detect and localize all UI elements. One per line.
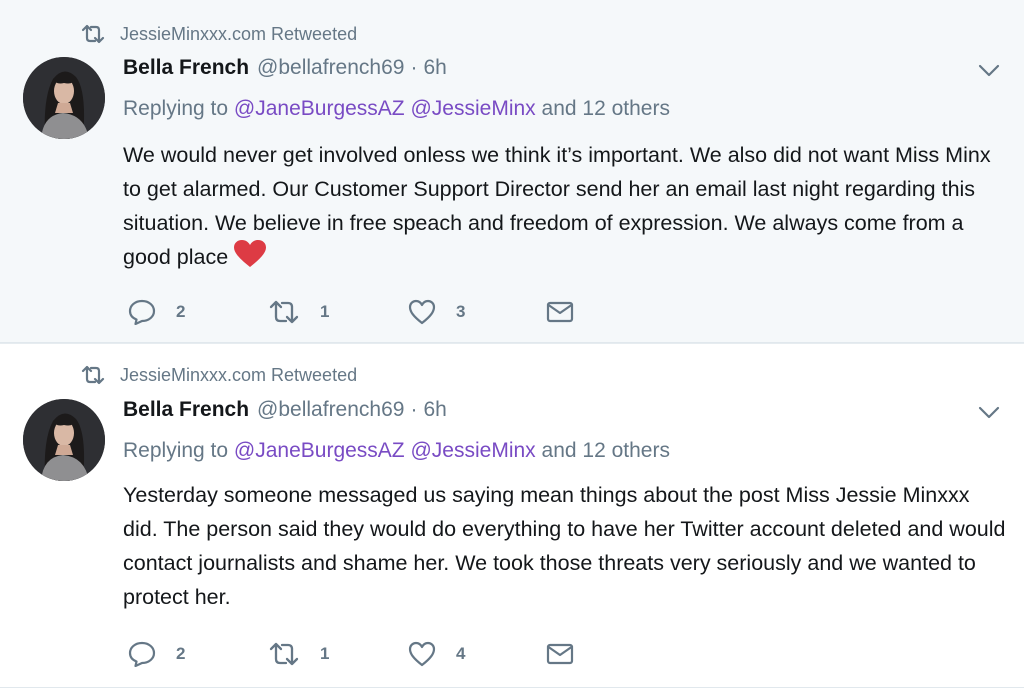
- timestamp[interactable]: 6h: [423, 398, 446, 422]
- tweet-header: Bella French @bellafrench69 · 6h: [123, 398, 447, 426]
- like-icon: [408, 299, 436, 325]
- retweet-icon: [81, 365, 105, 385]
- display-name[interactable]: Bella French: [123, 56, 249, 80]
- mention-link[interactable]: @JaneBurgessAZ: [234, 97, 405, 120]
- direct-message-icon: [546, 643, 574, 665]
- tweet-text: We would never get involved onless we th…: [123, 138, 1008, 274]
- avatar-photo: [23, 399, 105, 481]
- retweet-context: JessieMinxxx.com Retweeted: [80, 22, 357, 46]
- tweet[interactable]: JessieMinxxx.com Retweeted Bella French …: [0, 344, 1024, 688]
- reply-button[interactable]: 2: [128, 299, 185, 325]
- replying-to: Replying to @JaneBurgessAZ @JessieMinx a…: [123, 439, 670, 463]
- reply-count: 2: [176, 302, 186, 321]
- reply-icon: [128, 299, 156, 325]
- replying-suffix[interactable]: and 12 others: [542, 439, 670, 462]
- retweeted-by-label[interactable]: JessieMinxxx.com Retweeted: [120, 365, 357, 386]
- heart-emoji: [234, 240, 267, 267]
- like-button[interactable]: 3: [408, 299, 465, 325]
- tweet[interactable]: JessieMinxxx.com Retweeted Bella French …: [0, 0, 1024, 343]
- retweet-icon: [269, 300, 299, 324]
- direct-message-icon: [546, 301, 574, 323]
- separator-dot: ·: [410, 398, 418, 421]
- replying-prefix: Replying to: [123, 439, 229, 462]
- retweet-button[interactable]: 1: [268, 300, 329, 324]
- direct-message-button[interactable]: [546, 300, 574, 324]
- avatar[interactable]: [23, 57, 105, 139]
- timeline: JessieMinxxx.com Retweeted Bella French …: [0, 0, 1024, 688]
- reply-count: 2: [176, 644, 186, 663]
- retweet-icon: [81, 24, 105, 44]
- timestamp[interactable]: 6h: [423, 56, 446, 80]
- replying-to: Replying to @JaneBurgessAZ @JessieMinx a…: [123, 97, 670, 121]
- retweeted-by-label[interactable]: JessieMinxxx.com Retweeted: [120, 24, 357, 45]
- retweet-count: 1: [320, 644, 330, 663]
- reply-button[interactable]: 2: [128, 641, 185, 667]
- retweet-context: JessieMinxxx.com Retweeted: [80, 363, 357, 387]
- tweet-header: Bella French @bellafrench69 · 6h: [123, 56, 447, 84]
- like-count: 3: [456, 302, 466, 321]
- reply-icon: [128, 641, 156, 667]
- mention-link[interactable]: @JaneBurgessAZ: [234, 439, 405, 462]
- user-handle[interactable]: @bellafrench69: [257, 56, 404, 80]
- like-button[interactable]: 4: [408, 641, 465, 667]
- tweet-body: Yesterday someone messaged us saying mea…: [123, 483, 1006, 609]
- chevron-down-icon[interactable]: [978, 406, 1000, 420]
- replying-suffix[interactable]: and 12 others: [542, 97, 670, 120]
- mention-link[interactable]: @JessieMinx: [410, 97, 535, 120]
- chevron-down-icon[interactable]: [978, 64, 1000, 78]
- tweet-text: Yesterday someone messaged us saying mea…: [123, 478, 1008, 614]
- retweet-count: 1: [320, 302, 330, 321]
- avatar[interactable]: [23, 399, 105, 481]
- retweet-icon: [269, 642, 299, 666]
- separator-dot: ·: [410, 56, 418, 79]
- user-handle[interactable]: @bellafrench69: [257, 398, 404, 422]
- direct-message-button[interactable]: [546, 642, 574, 666]
- mention-link[interactable]: @JessieMinx: [410, 439, 535, 462]
- replying-prefix: Replying to: [123, 97, 229, 120]
- display-name[interactable]: Bella French: [123, 398, 249, 422]
- like-count: 4: [456, 644, 466, 663]
- retweet-button[interactable]: 1: [268, 642, 329, 666]
- like-icon: [408, 641, 436, 667]
- avatar-photo: [23, 57, 105, 139]
